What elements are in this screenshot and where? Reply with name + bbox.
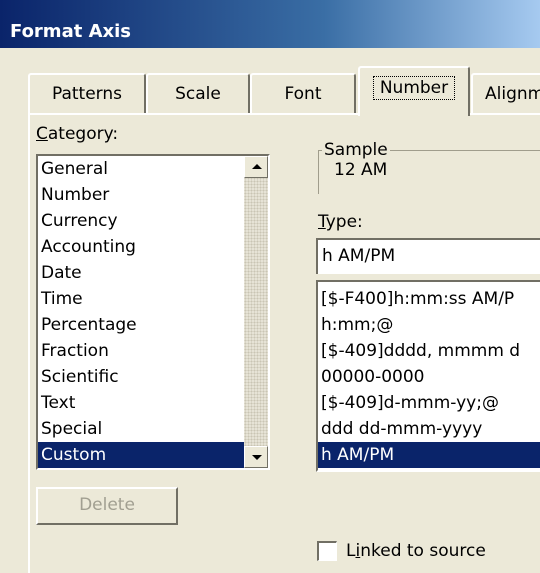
tab-label: Number bbox=[372, 76, 456, 100]
window-title: Format Axis bbox=[10, 21, 132, 42]
down-arrow-icon bbox=[252, 455, 262, 460]
category-label: Category: bbox=[36, 124, 119, 144]
tab-label: Font bbox=[284, 84, 322, 104]
tab-patterns[interactable]: Patterns bbox=[28, 73, 146, 113]
tab-font[interactable]: Font bbox=[250, 73, 356, 113]
list-item[interactable]: Time bbox=[38, 286, 268, 312]
list-item[interactable]: Fraction bbox=[38, 338, 268, 364]
sample-value: 12 AM bbox=[334, 160, 388, 180]
list-item-selected[interactable]: Custom bbox=[38, 442, 244, 468]
list-item[interactable]: General bbox=[38, 156, 268, 182]
list-item[interactable]: [$-409]d-mmm-yy;@ bbox=[318, 390, 540, 416]
tab-label: Patterns bbox=[51, 84, 123, 104]
title-bar: Format Axis bbox=[0, 0, 540, 48]
list-item[interactable]: [$-F400]h:mm:ss AM/P bbox=[318, 286, 540, 312]
list-item[interactable]: h:mm;@ bbox=[318, 312, 540, 338]
tab-scale[interactable]: Scale bbox=[146, 73, 250, 113]
scroll-down-button[interactable] bbox=[244, 446, 268, 468]
type-list[interactable]: [$-F400]h:mm:ss AM/P h:mm;@ [$-409]dddd,… bbox=[316, 280, 540, 472]
linked-to-source-checkbox[interactable] bbox=[317, 541, 337, 561]
linked-to-source-label[interactable]: Linked to source bbox=[346, 541, 486, 561]
tab-label: Scale bbox=[175, 84, 221, 104]
list-item[interactable]: Scientific bbox=[38, 364, 268, 390]
list-item[interactable]: Date bbox=[38, 260, 268, 286]
category-items: General Number Currency Accounting Date … bbox=[38, 156, 268, 468]
tab-alignment[interactable]: Alignm bbox=[471, 73, 540, 113]
list-item-selected[interactable]: h AM/PM bbox=[318, 442, 540, 468]
category-scrollbar[interactable] bbox=[244, 156, 268, 468]
list-item[interactable]: Currency bbox=[38, 208, 268, 234]
sample-legend: Sample bbox=[322, 140, 390, 160]
list-item[interactable]: Percentage bbox=[38, 312, 268, 338]
list-item[interactable]: 00000-0000 bbox=[318, 364, 540, 390]
list-item[interactable]: ddd dd-mmm-yyyy bbox=[318, 416, 540, 442]
list-item[interactable]: Special bbox=[38, 416, 268, 442]
delete-button[interactable]: Delete bbox=[36, 487, 178, 525]
up-arrow-icon bbox=[252, 164, 262, 169]
list-item[interactable]: Number bbox=[38, 182, 268, 208]
list-item[interactable]: Text bbox=[38, 390, 268, 416]
scroll-up-button[interactable] bbox=[244, 156, 268, 178]
category-list[interactable]: General Number Currency Accounting Date … bbox=[36, 154, 270, 470]
tab-panel-left-border bbox=[28, 113, 30, 573]
list-item[interactable]: [$-409]dddd, mmmm d bbox=[318, 338, 540, 364]
list-item[interactable]: Accounting bbox=[38, 234, 268, 260]
type-label: Type: bbox=[318, 212, 363, 232]
type-input[interactable]: h AM/PM bbox=[316, 238, 540, 274]
delete-button-label: Delete bbox=[79, 495, 135, 515]
tab-number[interactable]: Number bbox=[358, 66, 470, 116]
tab-label: Alignm bbox=[485, 84, 540, 104]
